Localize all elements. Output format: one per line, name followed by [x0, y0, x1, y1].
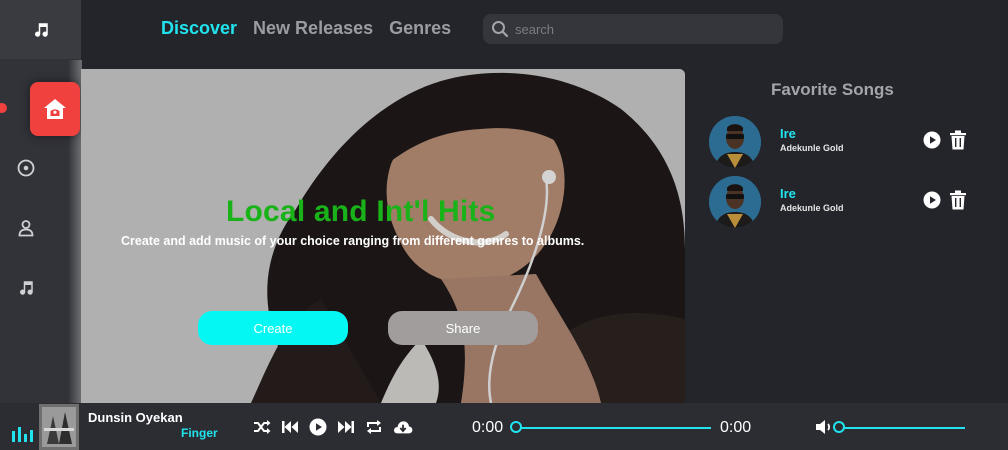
- search-bar: [483, 14, 783, 44]
- tab-genres[interactable]: Genres: [389, 18, 451, 39]
- hero-title: Local and Int'l Hits: [226, 195, 496, 228]
- shuffle-button[interactable]: [252, 417, 272, 437]
- music-note-icon: [34, 22, 48, 37]
- tab-discover[interactable]: Discover: [161, 18, 237, 39]
- sidebar-item-home[interactable]: [30, 82, 80, 136]
- sidebar: [0, 0, 82, 403]
- artist-avatar: [709, 116, 761, 168]
- current-time: 0:00: [472, 419, 504, 436]
- player-bar: Dunsin Oyekan Finger 0:00 0:00: [0, 403, 1008, 450]
- artist-avatar: [709, 176, 761, 228]
- hero-subtitle: Create and add music of your choice rang…: [121, 234, 585, 248]
- album-cover: [39, 404, 79, 450]
- next-button[interactable]: [336, 417, 356, 437]
- favorites-title: Favorite Songs: [771, 80, 894, 99]
- sidebar-item-playlist[interactable]: [14, 276, 38, 300]
- home-icon: [44, 99, 66, 119]
- hero-banner: Local and Int'l Hits Create and add musi…: [81, 69, 685, 403]
- progress-track[interactable]: [516, 427, 711, 429]
- progress-handle[interactable]: [510, 421, 522, 433]
- song-title: Ire: [780, 186, 796, 201]
- song-artist: Adekunle Gold: [780, 203, 844, 213]
- song-artist: Adekunle Gold: [780, 143, 844, 153]
- play-icon[interactable]: [923, 131, 941, 149]
- music-note-icon: [20, 281, 33, 295]
- cloud-download-icon: [394, 421, 413, 434]
- duration-time: 0:00: [720, 419, 752, 436]
- now-playing-song: Finger: [181, 426, 218, 440]
- volume-icon: [816, 420, 831, 434]
- active-indicator: [0, 103, 7, 113]
- user-icon: [18, 220, 34, 237]
- volume-handle[interactable]: [833, 421, 845, 433]
- download-button[interactable]: [393, 417, 413, 437]
- song-title: Ire: [780, 126, 796, 141]
- top-nav: Discover New Releases Genres: [161, 18, 451, 39]
- shuffle-icon: [254, 420, 271, 434]
- logo[interactable]: [0, 0, 81, 59]
- search-input[interactable]: [515, 21, 775, 37]
- equalizer-icon: [12, 427, 33, 442]
- repeat-button[interactable]: [364, 417, 384, 437]
- favorite-song-item[interactable]: Ire Adekunle Gold: [709, 116, 979, 168]
- disc-icon: [17, 159, 35, 177]
- tab-new-releases[interactable]: New Releases: [253, 18, 373, 39]
- play-icon: [309, 418, 327, 436]
- trash-icon[interactable]: [949, 190, 967, 210]
- previous-button[interactable]: [280, 417, 300, 437]
- now-playing-artist: Dunsin Oyekan: [88, 410, 183, 425]
- volume-button[interactable]: [815, 417, 835, 437]
- sidebar-item-profile[interactable]: [14, 216, 38, 240]
- next-icon: [338, 421, 354, 433]
- sidebar-item-albums[interactable]: [14, 156, 38, 180]
- music-app: Discover New Releases Genres search Loca…: [0, 0, 1008, 450]
- previous-icon: [282, 421, 298, 433]
- play-icon[interactable]: [923, 191, 941, 209]
- create-button[interactable]: Create: [198, 311, 348, 345]
- volume-track[interactable]: [839, 427, 965, 429]
- search-icon: [492, 21, 509, 38]
- play-button[interactable]: [308, 417, 328, 437]
- favorite-song-item[interactable]: Ire Adekunle Gold: [709, 176, 979, 228]
- share-button[interactable]: Share: [388, 311, 538, 345]
- repeat-icon: [367, 420, 381, 434]
- trash-icon[interactable]: [949, 130, 967, 150]
